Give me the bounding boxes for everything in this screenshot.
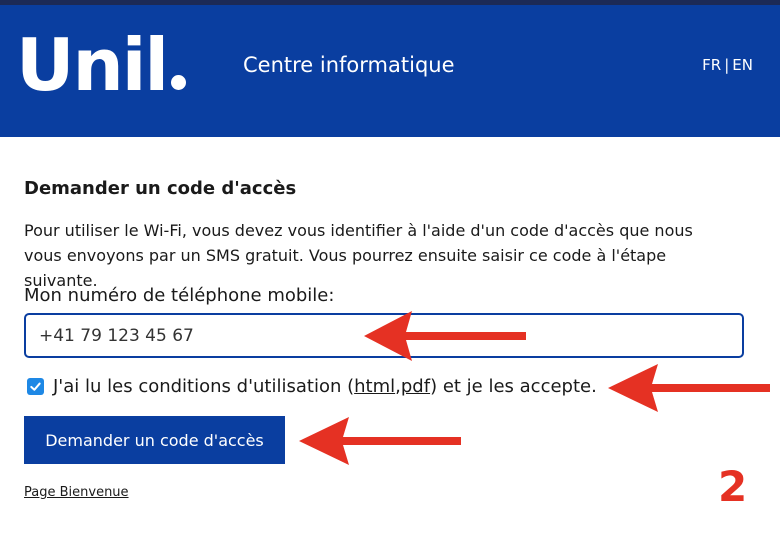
terms-checkbox[interactable]: [27, 378, 44, 395]
lang-en-link[interactable]: EN: [732, 56, 753, 74]
step-number-annotation: 2: [718, 462, 748, 511]
page-title: Demander un code d'accès: [24, 178, 297, 199]
terms-suffix: ) et je les accepte.: [430, 376, 597, 397]
terms-row: J'ai lu les conditions d'utilisation (ht…: [27, 376, 597, 397]
arrow-annotation-button: [299, 417, 461, 465]
logo-dot: [171, 75, 187, 90]
arrow-annotation-phone: [364, 311, 526, 361]
logo-text: Unil: [16, 23, 169, 107]
phone-label: Mon numéro de téléphone mobile:: [24, 285, 335, 306]
unil-logo[interactable]: Unil: [16, 23, 187, 107]
terms-html-link[interactable]: html: [354, 376, 395, 397]
check-icon: [30, 382, 41, 391]
language-switcher: FR | EN: [702, 56, 753, 74]
welcome-page-link[interactable]: Page Bienvenue: [24, 485, 129, 500]
terms-prefix: J'ai lu les conditions d'utilisation (: [53, 376, 355, 397]
site-title: Centre informatique: [243, 53, 455, 77]
arrow-annotation-terms: [608, 364, 770, 412]
terms-pdf-link[interactable]: pdf: [401, 376, 430, 397]
description-text: Pour utiliser le Wi-Fi, vous devez vous …: [24, 221, 693, 290]
site-header: Unil Centre informatique FR | EN: [0, 5, 780, 137]
lang-separator: |: [724, 56, 730, 74]
lang-fr-link[interactable]: FR: [702, 56, 721, 74]
request-code-button[interactable]: Demander un code d'accès: [24, 416, 285, 464]
